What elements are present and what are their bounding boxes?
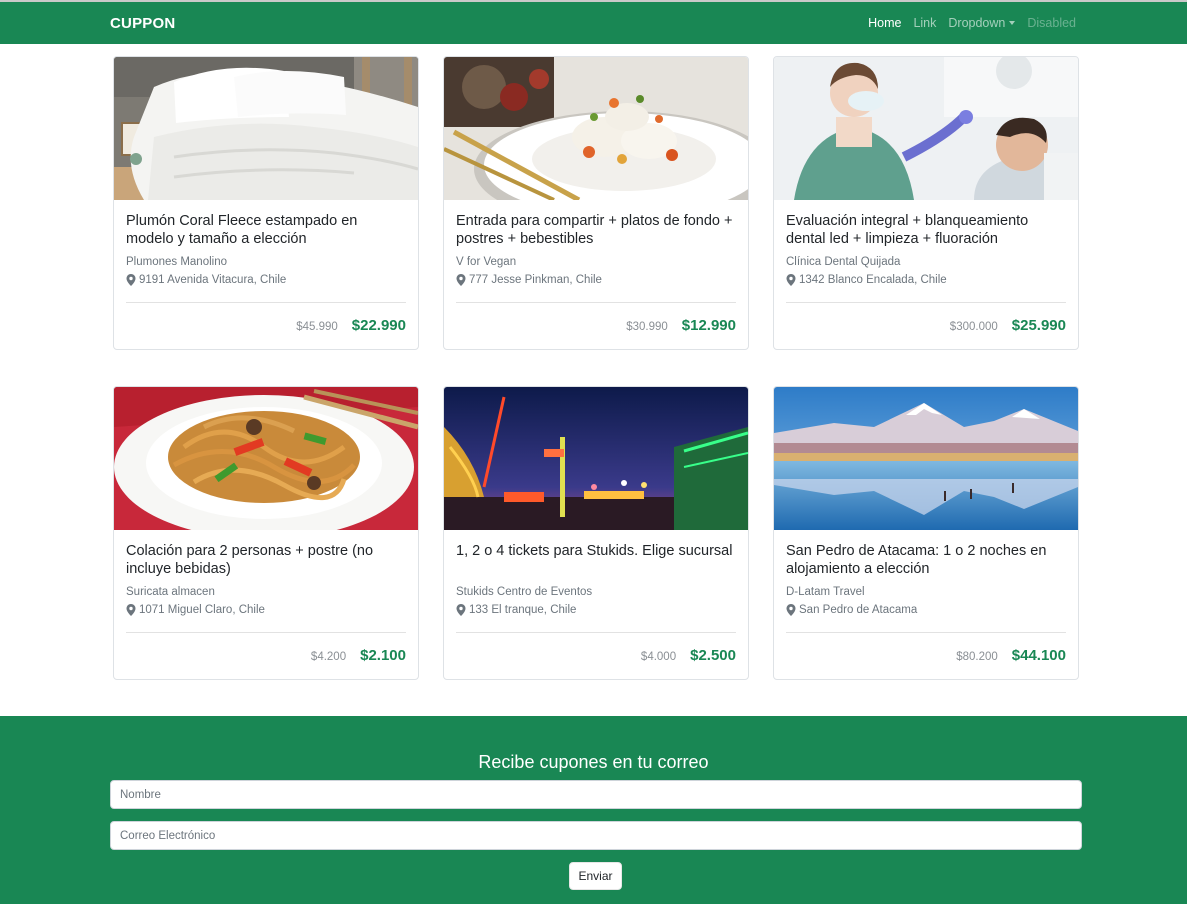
original-price: $30.990: [626, 321, 668, 333]
original-price: $80.200: [956, 651, 998, 663]
discount-price: $12.990: [681, 317, 736, 334]
navbar: CUPPON Home Link Dropdown Disabled: [0, 2, 1187, 44]
deal-prices: $4.200 $2.100: [311, 647, 406, 664]
deal-merchant: V for Vegan: [456, 256, 517, 268]
map-pin-icon: [126, 604, 136, 616]
deal-prices: $300.000 $25.990: [950, 317, 1066, 334]
deal-prices: $80.200 $44.100: [956, 647, 1066, 664]
discount-price: $2.100: [360, 647, 406, 664]
card-divider: [786, 302, 1066, 303]
nav-link-link[interactable]: Link: [913, 16, 936, 30]
discount-price: $44.100: [1011, 647, 1066, 664]
deal-location: 1342 Blanco Encalada, Chile: [786, 274, 947, 286]
deal-merchant: D-Latam Travel: [786, 586, 865, 598]
nav-dropdown-label: Dropdown: [948, 16, 1006, 30]
deal-card[interactable]: San Pedro de Atacama: 1 o 2 noches en al…: [773, 386, 1079, 680]
deal-prices: $30.990 $12.990: [626, 317, 736, 334]
deal-location: 777 Jesse Pinkman, Chile: [456, 274, 602, 286]
deal-title[interactable]: 1, 2 o 4 tickets para Stukids. Elige suc…: [456, 542, 738, 560]
newsletter-heading: Recibe cupones en tu correo: [478, 752, 709, 772]
map-pin-icon: [786, 274, 796, 286]
deal-card[interactable]: Evaluación integral + blanqueamiento den…: [773, 56, 1079, 350]
brand-logo[interactable]: CUPPON: [110, 15, 175, 32]
map-pin-icon: [456, 274, 466, 286]
map-pin-icon: [786, 604, 796, 616]
card-divider: [456, 632, 736, 633]
discount-price: $22.990: [351, 317, 406, 334]
discount-price: $25.990: [1011, 317, 1066, 334]
deal-location-text: 9191 Avenida Vitacura, Chile: [139, 274, 287, 286]
deal-location-text: 1342 Blanco Encalada, Chile: [799, 274, 947, 286]
map-pin-icon: [456, 604, 466, 616]
deal-location-text: San Pedro de Atacama: [799, 604, 918, 616]
deal-card[interactable]: Plumón Coral Fleece estampado en modelo …: [113, 56, 419, 350]
original-price: $300.000: [949, 321, 998, 333]
discount-price: $2.500: [690, 647, 736, 664]
deal-prices: $45.990 $22.990: [296, 317, 406, 334]
deal-title[interactable]: Evaluación integral + blanqueamiento den…: [786, 212, 1068, 248]
deal-merchant: Suricata almacen: [126, 586, 215, 598]
deal-image-dish[interactable]: [444, 57, 748, 200]
nav-home-link[interactable]: Home: [868, 16, 901, 30]
card-divider: [126, 302, 406, 303]
newsletter-section: Recibe cupones en tu correo Enviar: [0, 716, 1187, 904]
nav-disabled-link: Disabled: [1027, 16, 1076, 30]
nav-links: Home Link Dropdown Disabled: [868, 16, 1076, 30]
deal-merchant: Plumones Manolino: [126, 256, 228, 268]
deal-prices: $4.000 $2.500: [641, 647, 736, 664]
original-price: $4.000: [640, 651, 677, 663]
deal-title[interactable]: Entrada para compartir + platos de fondo…: [456, 212, 738, 248]
caret-down-icon: [1009, 21, 1016, 25]
map-pin-icon: [126, 274, 136, 286]
deal-image-bedding[interactable]: [114, 57, 418, 200]
deal-image-dentist[interactable]: [774, 57, 1078, 200]
deal-location: San Pedro de Atacama: [786, 604, 917, 616]
original-price: $4.200: [310, 651, 347, 663]
deal-card[interactable]: Colación para 2 personas + postre (no in…: [113, 386, 419, 680]
deal-location-text: 1071 Miguel Claro, Chile: [139, 604, 265, 616]
deal-title[interactable]: Colación para 2 personas + postre (no in…: [126, 542, 408, 578]
email-input[interactable]: [110, 821, 1082, 850]
deal-location: 9191 Avenida Vitacura, Chile: [126, 274, 286, 286]
deal-image-amusement-park[interactable]: [444, 387, 748, 530]
deal-merchant: Clínica Dental Quijada: [786, 256, 901, 268]
deal-location-text: 777 Jesse Pinkman, Chile: [469, 274, 602, 286]
card-divider: [786, 632, 1066, 633]
deal-card[interactable]: 1, 2 o 4 tickets para Stukids. Elige suc…: [443, 386, 749, 680]
deal-image-atacama[interactable]: [774, 387, 1078, 530]
card-divider: [456, 302, 736, 303]
card-divider: [126, 632, 406, 633]
deal-title[interactable]: Plumón Coral Fleece estampado en modelo …: [126, 212, 408, 248]
deal-location: 133 El tranque, Chile: [456, 604, 576, 616]
submit-button[interactable]: Enviar: [569, 862, 622, 890]
deal-image-noodles[interactable]: [114, 387, 418, 530]
deal-location-text: 133 El tranque, Chile: [469, 604, 577, 616]
deal-title[interactable]: San Pedro de Atacama: 1 o 2 noches en al…: [786, 542, 1068, 578]
original-price: $45.990: [296, 321, 338, 333]
name-input[interactable]: [110, 780, 1082, 809]
deal-merchant: Stukids Centro de Eventos: [456, 586, 593, 598]
nav-dropdown-toggle[interactable]: Dropdown: [948, 16, 1016, 30]
deal-location: 1071 Miguel Claro, Chile: [126, 604, 265, 616]
deal-card[interactable]: Entrada para compartir + platos de fondo…: [443, 56, 749, 350]
